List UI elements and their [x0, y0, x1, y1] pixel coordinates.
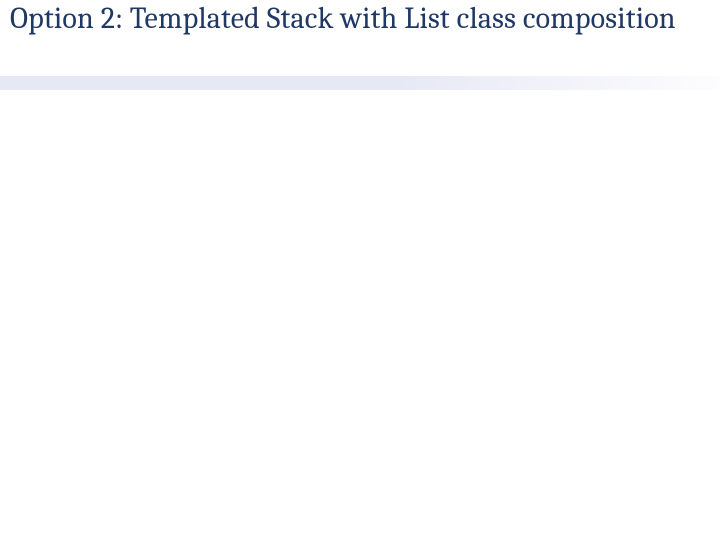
title-area: Option 2: Templated Stack with List clas… — [10, 2, 710, 37]
slide-title: Option 2: Templated Stack with List clas… — [10, 2, 710, 37]
slide: Option 2: Templated Stack with List clas… — [0, 0, 720, 540]
title-underline-bar — [0, 76, 720, 90]
